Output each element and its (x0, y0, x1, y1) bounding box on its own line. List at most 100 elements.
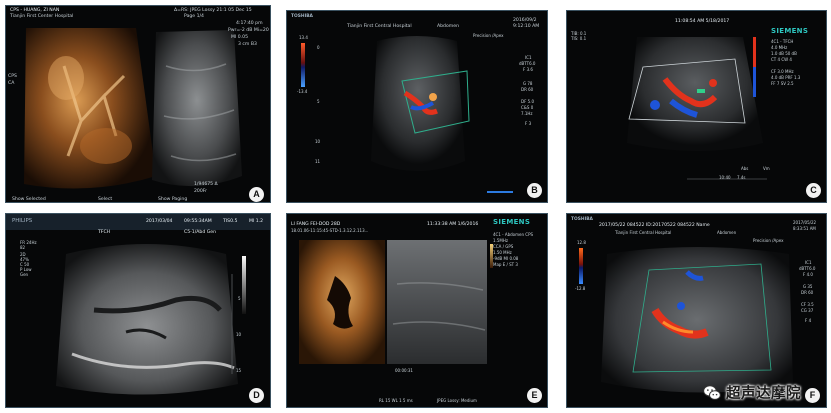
panel-f-label-right-5: G 35 (803, 284, 813, 289)
panel-f-label-right-6: DR 60 (801, 290, 814, 295)
panel-a-header-right-4: Pwr=-2 dB Mi=20 (228, 28, 269, 33)
panel-d-depth-5: 5 (238, 296, 241, 301)
panel-a-footer-3: Show Selected (12, 197, 46, 202)
panel-c-label-right-5: CF 3.0 MHz (771, 69, 794, 74)
panel-f-image (579, 247, 793, 393)
panel-c-header-left-2: TIS: 0.1 (571, 36, 587, 41)
panel-c-footer-1: Abs (741, 166, 749, 171)
panel-a-footer-2: 200Fr (194, 189, 207, 194)
panel-b-header-2: Abdomen (437, 24, 459, 29)
panel-d-depth-15: 15 (236, 368, 242, 373)
panel-d-brand: PHILIPS (12, 218, 33, 224)
panel-a-header-right-2: Page 1/4 (184, 14, 204, 19)
panel-b-scale-bottom: -13.4 (297, 89, 308, 94)
panel-e-letter: E (527, 388, 542, 403)
panel-e-footer-1: RL 15 WL 1 5 ms (379, 398, 413, 403)
panel-b-label-right-7: DF 5.0 (521, 99, 535, 104)
panel-b-depth-0: 0 (317, 45, 320, 50)
panel-a-header-right-1: Δ=RS: JPEG Lossy 21:1 05 Dec 15 (174, 8, 252, 13)
panel-b-label-right-2: IC1 (525, 55, 532, 60)
panel-e-label-right-5: -9dB MI 0.08 (493, 256, 519, 261)
panel-b-depth-11: 11 (315, 159, 321, 164)
panel-a-side-2: CA (8, 81, 15, 86)
panel-c-label-right-6: 4.0 dB PRF 1.3 (771, 75, 801, 80)
watermark-text: 超声达摩院 (726, 386, 801, 402)
panel-a-footer-5: Show Paging (158, 197, 188, 202)
panel-f-subheader-1: Tianjin First Central Hospital (615, 230, 672, 235)
panel-e-label-right-6: Map E / ST 3 (493, 262, 518, 267)
panel-a-header-right-3: 4:17:40 pm (236, 21, 263, 26)
panel-e-subheader-1: 18.01.06-11:15:45-STD-1.3.12.2.113... (291, 228, 369, 233)
panel-d-subheader-2: C5-1/Abd Gen (184, 230, 216, 235)
panel-c-label-right-3: 1.0 dB 50 dB (771, 51, 797, 56)
panel-e-footer-3: 00:00:31 (395, 368, 413, 373)
panel-f-brand: TOSHIBA (571, 217, 593, 222)
panel-a-header-2: Tianjin First Center Hospital (10, 14, 74, 19)
panel-b: TOSHIBA Tianjin First Central Hospital A… (286, 10, 548, 203)
panel-c-footer-2: Vm (763, 166, 770, 171)
panel-b-header-right-2: 9:12:10 AM (513, 24, 540, 29)
panel-c-label-right-2: 4.0 MHz (771, 45, 788, 50)
panel-c-brand: SIEMENS (771, 27, 809, 35)
panel-b-label-right-10: F 3 (525, 121, 532, 126)
panel-e-brand: SIEMENS (493, 218, 531, 226)
panel-b-label-right-8: C&S 0 (521, 105, 534, 110)
panel-e-label-right-3: CCA / GPS (493, 244, 514, 249)
panel-b-label-right-1: Precision /Apex (473, 33, 504, 38)
panel-f-scale-bottom: -12.8 (575, 286, 586, 291)
panel-f-header-right-2: 8:33:51 AM (793, 226, 816, 231)
panel-b-depth-10: 10 (315, 139, 321, 144)
panel-d-label-left-7: Gen (20, 272, 29, 277)
panel-d-header-2: 09:55:34AM (184, 219, 212, 224)
wechat-icon (703, 384, 721, 400)
panel-c-letter: C (806, 183, 821, 198)
panel-c: 11:08:54 AM 5/18/2017 TIB: 0.1 TIS: 0.1 … (566, 10, 827, 203)
panel-a: CPS - HUANG, ZI NAN Tianjin First Center… (5, 5, 271, 203)
panel-b-label-right-6: DR 60 (521, 87, 534, 92)
panel-d-header-4: MI 1.2 (249, 219, 264, 224)
panel-c-footer-4: 7.4s (737, 175, 746, 180)
panel-c-label-right-4: CT 4 CW 4 (771, 57, 792, 62)
panel-b-label-right-9: 7.1Hz (521, 111, 533, 116)
panel-b-brand: TOSHIBA (291, 14, 313, 19)
panel-d-subheader-1: TFCH (98, 230, 111, 235)
panel-b-scale-top: 13.4 (299, 35, 308, 40)
panel-a-letter: A (249, 187, 264, 202)
panel-f-header-right-1: 2017/05/22 (793, 220, 817, 225)
panel-c-header: 11:08:54 AM 5/18/2017 (675, 19, 730, 24)
panel-f-letter: F (805, 388, 820, 403)
panel-a-header-1: CPS - HUANG, ZI NAN (10, 8, 60, 13)
panel-b-label-right-3: dBTT6.0 (519, 61, 536, 66)
panel-a-footer-4: Select (98, 197, 113, 202)
panel-a-header-right-6: 3 cm B3 (238, 42, 257, 47)
watermark: 超声达摩院 (702, 382, 801, 403)
panel-d-letter: D (249, 388, 264, 403)
panel-e-footer-2: JPEG Lossy: Medium (437, 398, 477, 403)
panel-e-header-2: 11:33:38 AM 1/6/2016 (427, 222, 479, 227)
panel-d-header-1: 2017/03/04 (146, 219, 173, 224)
panel-b-label-right-4: F 3.6 (523, 67, 533, 72)
panel-f-label-right-8: CG 37 (801, 308, 814, 313)
panel-b-image (301, 36, 513, 193)
panel-c-label-right-1: 4C1 - TFCH (771, 39, 794, 44)
panel-f-label-right-2: IC1 (805, 260, 812, 265)
panel-c-footer-3: 10:40 (719, 175, 731, 180)
panel-d-label-left-2: 82 (20, 245, 26, 250)
panel-f-label-right-7: CF 3.5 (801, 302, 814, 307)
panel-e-label-right-4: 1.50 MHz (493, 250, 512, 255)
panel-b-letter: B (527, 183, 542, 198)
panel-f-header: 2017/05/22 084522 ID:20170522 084522 Nam… (599, 223, 710, 228)
panel-f: TOSHIBA 2017/05/22 084522 ID:20170522 08… (566, 213, 827, 408)
panel-d-header-3: TIS0.5 (223, 219, 238, 224)
panel-a-side-1: CPS (8, 74, 17, 79)
panel-d: PHILIPS 2017/03/04 09:55:34AM TIS0.5 MI … (5, 213, 271, 408)
panel-e: LI FANG FEI-DOD 28D 11:33:38 AM 1/6/2016… (286, 213, 548, 408)
panel-e-header-1: LI FANG FEI-DOD 28D (291, 222, 341, 227)
panel-d-image (56, 244, 246, 395)
panel-c-label-right-7: FF 7 SV 2.5 (771, 81, 794, 86)
panel-a-header-right-5: MI 0.05 (231, 35, 249, 40)
panel-e-label-right-1: 4C1 - Abdomen CPS (493, 232, 534, 237)
panel-b-header-right-1: 2016/09/2 (513, 18, 537, 23)
panel-f-subheader-2: Abdomen (717, 230, 737, 235)
panel-f-scale-top: 12.8 (577, 240, 586, 245)
